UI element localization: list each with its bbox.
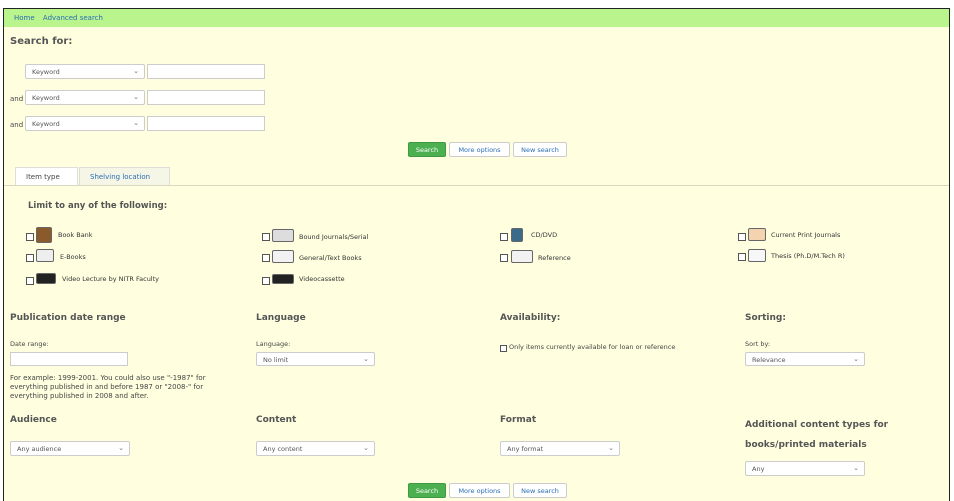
- search-input-3[interactable]: [147, 116, 265, 131]
- date-range-input[interactable]: [10, 352, 128, 366]
- date-range-label: Date range:: [10, 340, 49, 348]
- reference-icon: [511, 250, 533, 263]
- search-button-bottom[interactable]: Search: [408, 483, 446, 498]
- search-field-select-1[interactable]: Keyword ⌄: [25, 64, 145, 79]
- search-field-value-2: Keyword: [32, 94, 60, 102]
- item-label-video-lecture: Video Lecture by NITR Faculty: [62, 275, 160, 283]
- language-label: Language:: [256, 340, 291, 348]
- chevron-down-icon: ⌄: [133, 93, 139, 101]
- pubdate-heading: Publication date range: [10, 313, 126, 323]
- chevron-down-icon: ⌄: [133, 119, 139, 127]
- checkbox-video-lecture[interactable]: [26, 277, 34, 285]
- audience-heading: Audience: [10, 415, 57, 425]
- chevron-down-icon: ⌄: [608, 444, 614, 452]
- item-label-current-journals: Current Print Journals: [771, 231, 841, 239]
- item-label-ebooks: E-Books: [60, 253, 86, 261]
- language-value: No limit: [263, 356, 289, 364]
- video-lecture-icon: [36, 273, 56, 284]
- language-select[interactable]: No limit ⌄: [256, 352, 375, 366]
- checkbox-thesis[interactable]: [738, 253, 746, 261]
- ebooks-icon: [36, 249, 54, 262]
- checkbox-reference[interactable]: [500, 254, 508, 262]
- page-frame: Home Advanced search Search for: Keyword…: [3, 8, 950, 501]
- chevron-down-icon: ⌄: [363, 355, 369, 363]
- new-search-button-bottom[interactable]: New search: [513, 483, 567, 498]
- format-value: Any format: [507, 445, 544, 453]
- breadcrumb-advanced-search[interactable]: Advanced search: [43, 14, 103, 22]
- format-select[interactable]: Any format ⌄: [500, 441, 620, 456]
- boolean-operator-3: and: [10, 121, 24, 129]
- tab-shelving-location[interactable]: Shelving location: [79, 167, 170, 186]
- chevron-down-icon: ⌄: [853, 464, 859, 472]
- breadcrumb: Home Advanced search: [4, 9, 949, 27]
- more-options-button-top[interactable]: More options: [449, 142, 510, 157]
- videocassette-icon: [272, 274, 294, 284]
- search-field-value-1: Keyword: [32, 68, 60, 76]
- availability-checkbox[interactable]: [500, 345, 507, 352]
- checkbox-bound-journals[interactable]: [262, 233, 270, 241]
- item-label-text-books: General/Text Books: [299, 254, 362, 262]
- item-label-cd-dvd: CD/DVD: [531, 231, 558, 239]
- item-label-bound-journals: Bound Journals/Serial: [299, 233, 369, 241]
- search-heading: Search for:: [10, 36, 73, 47]
- search-field-select-2[interactable]: Keyword ⌄: [25, 90, 145, 105]
- checkbox-book-bank[interactable]: [26, 233, 34, 241]
- text-books-icon: [272, 250, 294, 263]
- item-label-videocassette: Videocassette: [299, 275, 345, 283]
- current-journals-icon: [748, 228, 766, 241]
- sort-by-value: Relevance: [752, 356, 786, 364]
- limit-heading: Limit to any of the following:: [28, 201, 168, 211]
- chevron-down-icon: ⌄: [853, 355, 859, 363]
- additional-content-heading: Additional content types for books/print…: [745, 420, 889, 450]
- search-input-1[interactable]: [147, 64, 265, 79]
- content-select[interactable]: Any content ⌄: [256, 441, 375, 456]
- thesis-icon: [748, 249, 766, 262]
- content-heading: Content: [256, 415, 297, 425]
- content-value: Any content: [263, 445, 303, 453]
- search-button-top[interactable]: Search: [408, 142, 446, 157]
- item-label-reference: Reference: [538, 254, 571, 262]
- checkbox-cd-dvd[interactable]: [500, 233, 508, 241]
- checkbox-current-journals[interactable]: [738, 233, 746, 241]
- tab-item-type[interactable]: Item type: [15, 167, 78, 186]
- search-field-value-3: Keyword: [32, 120, 60, 128]
- bound-journals-icon: [272, 229, 294, 242]
- sort-by-select[interactable]: Relevance ⌄: [745, 352, 865, 366]
- boolean-operator-2: and: [10, 95, 24, 103]
- audience-select[interactable]: Any audience ⌄: [10, 441, 130, 456]
- cd-dvd-icon: [511, 228, 523, 242]
- new-search-button-top[interactable]: New search: [513, 142, 567, 157]
- checkbox-text-books[interactable]: [262, 254, 270, 262]
- tab-divider: [4, 185, 949, 186]
- checkbox-ebooks[interactable]: [26, 254, 34, 262]
- chevron-down-icon: ⌄: [133, 67, 139, 75]
- availability-label: Only items currently available for loan …: [509, 343, 676, 351]
- item-label-thesis: Thesis (Ph.D/M.Tech R): [771, 252, 845, 260]
- more-options-button-bottom[interactable]: More options: [449, 483, 510, 498]
- book-bank-icon: [36, 227, 52, 243]
- item-label-book-bank: Book Bank: [58, 231, 93, 239]
- search-input-2[interactable]: [147, 90, 265, 105]
- breadcrumb-home[interactable]: Home: [14, 14, 35, 22]
- sorting-heading: Sorting:: [745, 313, 786, 323]
- date-range-note: For example: 1999-2001. You could also u…: [10, 374, 206, 400]
- additional-content-value: Any: [752, 465, 765, 473]
- audience-value: Any audience: [17, 445, 62, 453]
- format-heading: Format: [500, 415, 537, 425]
- search-field-select-3[interactable]: Keyword ⌄: [25, 116, 145, 131]
- checkbox-videocassette[interactable]: [262, 277, 270, 285]
- chevron-down-icon: ⌄: [363, 444, 369, 452]
- chevron-down-icon: ⌄: [118, 444, 124, 452]
- availability-heading: Availability:: [500, 313, 561, 323]
- additional-content-select[interactable]: Any ⌄: [745, 461, 865, 476]
- sort-by-label: Sort by:: [745, 340, 771, 348]
- language-heading: Language: [256, 313, 306, 323]
